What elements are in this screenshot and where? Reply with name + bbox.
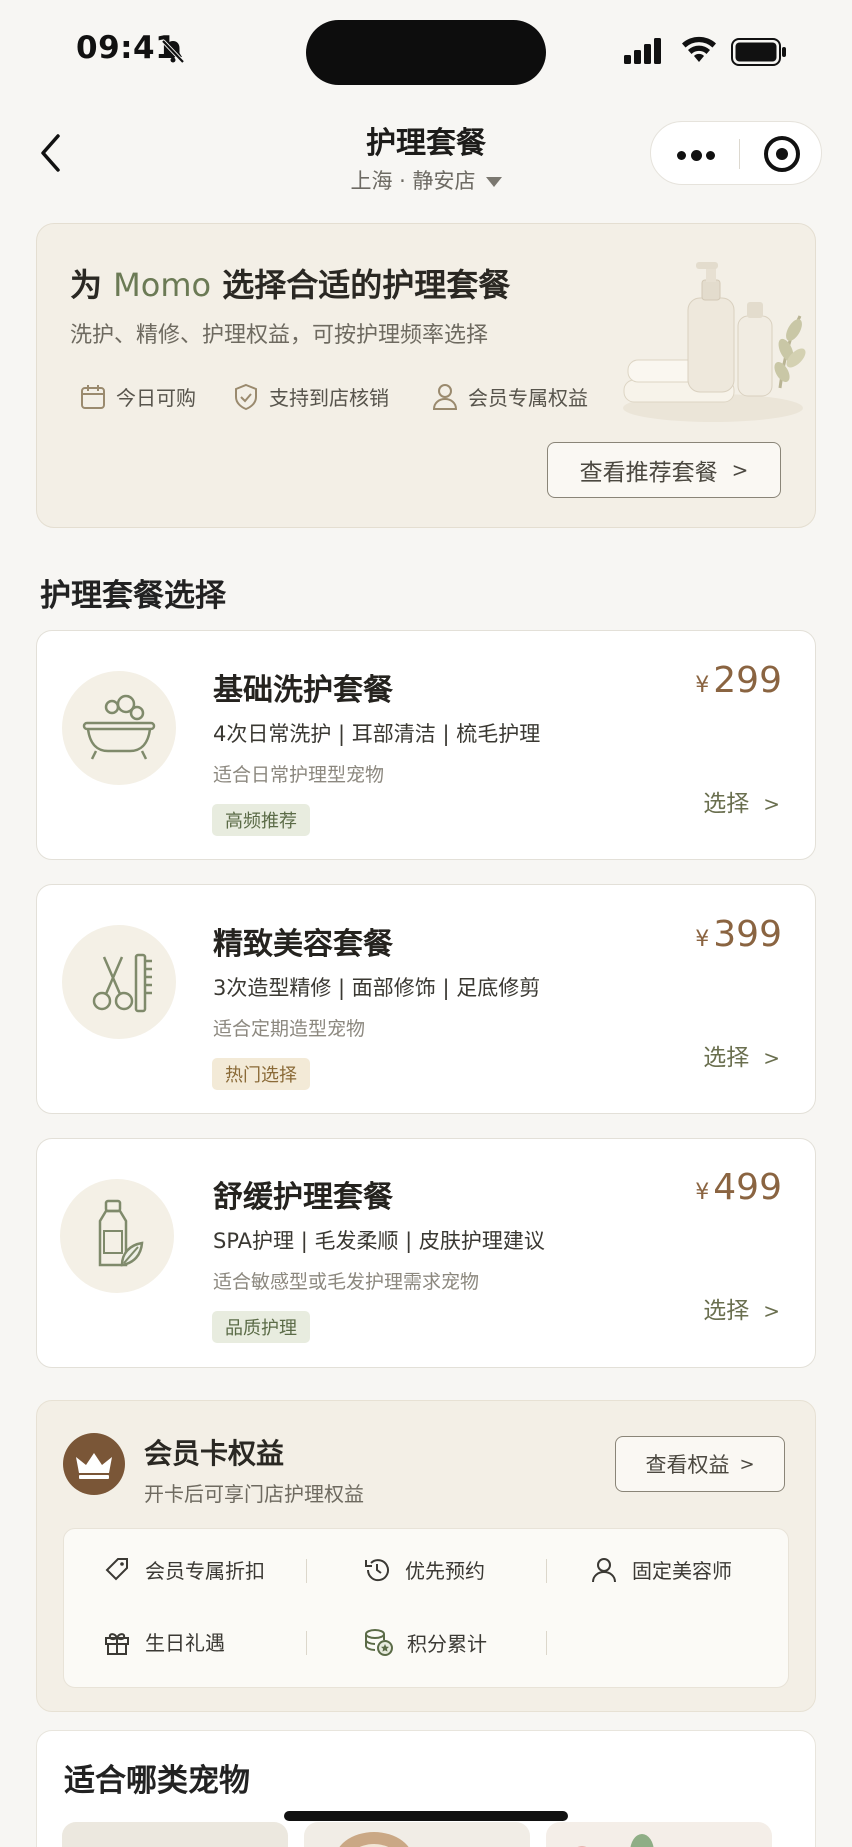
feature-member-benefit: 会员专属权益 xyxy=(432,382,588,411)
price-value: 399 xyxy=(713,914,782,955)
hero-description: 洗护、精修、护理权益，可按护理频率选择 xyxy=(70,323,489,348)
calendar-icon xyxy=(81,384,105,409)
history-clock-icon xyxy=(365,1558,389,1581)
bell-muted-icon xyxy=(161,39,185,64)
benefit-item: 会员专属折扣 xyxy=(103,1555,265,1584)
wifi-icon xyxy=(682,36,716,62)
package-name: 舒缓护理套餐 xyxy=(213,1180,393,1215)
select-package-button[interactable]: 选择 > xyxy=(703,1038,780,1072)
benefit-label: 生日礼遇 xyxy=(145,1631,225,1655)
chevron-right-icon: > xyxy=(739,1453,755,1475)
coins-star-icon xyxy=(365,1629,393,1656)
feature-label: 今日可购 xyxy=(116,386,196,410)
hero-title-suffix: 选择合适的护理套餐 xyxy=(222,266,511,304)
package-price: ¥399 xyxy=(695,914,782,955)
select-label: 选择 xyxy=(703,1298,750,1324)
benefits-grid xyxy=(63,1528,789,1688)
view-benefits-button[interactable]: 查看权益 > xyxy=(615,1436,785,1492)
pet-type-card[interactable] xyxy=(546,1822,772,1847)
section-title: 护理套餐选择 xyxy=(40,578,226,614)
member-subtitle: 开卡后可享门店护理权益 xyxy=(144,1482,364,1506)
chevron-right-icon: > xyxy=(731,458,749,482)
benefit-label: 会员专属折扣 xyxy=(145,1559,265,1583)
pet-type-card[interactable] xyxy=(304,1822,530,1847)
package-price: ¥499 xyxy=(695,1167,782,1208)
chevron-right-icon: > xyxy=(763,792,780,816)
feature-available-today: 今日可购 xyxy=(80,382,196,411)
select-label: 选择 xyxy=(703,791,750,817)
bathtub-icon xyxy=(62,671,176,785)
view-recommended-button[interactable]: 查看推荐套餐 > xyxy=(547,442,781,498)
lotion-bottle-icon xyxy=(60,1179,174,1293)
package-price: ¥299 xyxy=(695,660,782,701)
select-package-button[interactable]: 选择 > xyxy=(703,784,780,818)
gift-icon xyxy=(105,1632,129,1655)
battery-icon xyxy=(731,38,786,66)
benefit-label: 固定美容师 xyxy=(632,1559,732,1583)
benefit-item: 积分累计 xyxy=(363,1627,487,1657)
benefit-item: 生日礼遇 xyxy=(103,1627,225,1656)
package-tag: 品质护理 xyxy=(212,1311,310,1343)
price-value: 299 xyxy=(713,660,782,701)
caret-down-icon xyxy=(485,177,502,187)
package-fit: 适合敏感型或毛发护理需求宠物 xyxy=(213,1271,480,1293)
currency-symbol: ¥ xyxy=(695,1180,710,1205)
more-options-icon[interactable] xyxy=(677,150,715,161)
package-items: 3次造型精修 | 面部修饰 | 足底修剪 xyxy=(213,976,541,1000)
shield-check-icon xyxy=(235,383,257,410)
benefit-item: 固定美容师 xyxy=(590,1555,732,1584)
benefit-label: 积分累计 xyxy=(407,1631,487,1656)
package-name: 基础洗护套餐 xyxy=(213,673,393,708)
package-items: SPA护理 | 毛发柔顺 | 皮肤护理建议 xyxy=(213,1229,545,1253)
benefit-item: 优先预约 xyxy=(363,1555,485,1584)
hero-title: 为 Momo 选择合适的护理套餐 xyxy=(70,260,510,306)
pet-type-card[interactable] xyxy=(62,1822,288,1847)
select-label: 选择 xyxy=(703,1045,750,1071)
miniprogram-capsule xyxy=(650,121,822,185)
hero-title-prefix: 为 xyxy=(70,266,103,304)
button-label: 查看权益 xyxy=(645,1453,730,1477)
user-icon xyxy=(592,1557,616,1582)
package-tag: 高频推荐 xyxy=(212,804,310,836)
crown-icon xyxy=(63,1433,125,1495)
package-items: 4次日常洗护 | 耳部清洁 | 梳毛护理 xyxy=(213,722,541,746)
feature-store-redeem: 支持到店核销 xyxy=(233,382,389,411)
package-fit: 适合日常护理型宠物 xyxy=(213,764,385,786)
pets-section-title: 适合哪类宠物 xyxy=(64,1763,250,1799)
member-title: 会员卡权益 xyxy=(144,1437,285,1470)
package-fit: 适合定期造型宠物 xyxy=(213,1018,366,1040)
cellular-signal-icon xyxy=(624,38,661,64)
currency-symbol: ¥ xyxy=(695,927,710,952)
button-label: 查看推荐套餐 xyxy=(579,460,718,486)
benefit-label: 优先预约 xyxy=(405,1559,485,1583)
feature-label: 会员专属权益 xyxy=(468,386,588,410)
store-name: 上海 · 静安店 xyxy=(350,169,476,193)
care-products-illustration xyxy=(623,262,806,422)
scissors-comb-icon xyxy=(62,925,176,1039)
close-miniprogram-icon[interactable] xyxy=(764,136,800,172)
chevron-right-icon: > xyxy=(763,1299,780,1323)
chevron-right-icon: > xyxy=(763,1046,780,1070)
user-icon xyxy=(432,383,458,410)
price-tag-icon xyxy=(105,1557,128,1580)
pet-name: Momo xyxy=(113,266,212,304)
package-tag: 热门选择 xyxy=(212,1058,310,1090)
select-package-button[interactable]: 选择 > xyxy=(703,1291,780,1325)
home-indicator xyxy=(284,1811,568,1821)
dynamic-island xyxy=(306,20,546,85)
price-value: 499 xyxy=(713,1167,782,1208)
currency-symbol: ¥ xyxy=(695,673,710,698)
feature-label: 支持到店核销 xyxy=(269,386,389,410)
package-name: 精致美容套餐 xyxy=(213,927,393,962)
